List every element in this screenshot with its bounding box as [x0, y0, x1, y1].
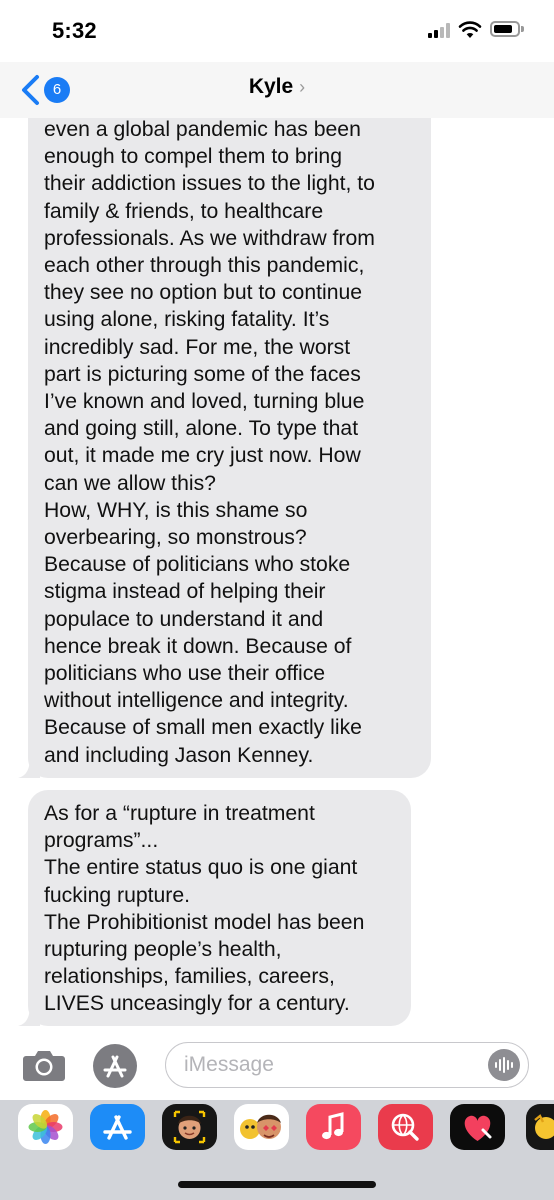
message-line: incredibly sad. For me, the worst — [44, 335, 351, 359]
bubble-tail — [18, 756, 40, 778]
back-button[interactable]: 6 — [20, 72, 74, 108]
images-search-app-icon[interactable] — [378, 1104, 433, 1150]
digital-touch-app-icon[interactable] — [450, 1104, 505, 1150]
message-line: even a global pandemic has been — [44, 118, 361, 141]
message-line: they see no option but to continue — [44, 281, 363, 305]
message-line: The entire status quo is one giant — [44, 856, 358, 880]
unread-count-badge: 6 — [44, 77, 70, 103]
chevron-right-icon: › — [299, 77, 306, 97]
message-line: I’ve known and loved, turning blue — [44, 390, 365, 414]
message-line: each other through this pandemic, — [44, 254, 365, 278]
memoji-app-icon[interactable] — [162, 1104, 217, 1150]
memoji-stickers-app-icon[interactable] — [234, 1104, 289, 1150]
message-input-placeholder: iMessage — [184, 1053, 274, 1076]
message-line: enough to compel them to bring — [44, 145, 342, 169]
message-line: Because of politicians who stoke — [44, 553, 351, 577]
app-store-button[interactable] — [93, 1044, 137, 1088]
message-line: relationships, families, careers, — [44, 965, 335, 989]
battery-tip — [521, 26, 524, 32]
wifi-icon — [458, 21, 482, 38]
music-note-icon — [322, 1112, 344, 1140]
message-line: using alone, risking fatality. It’s — [44, 308, 330, 332]
message-line: rupturing people’s health, — [44, 938, 282, 962]
message-line: professionals. As we withdraw from — [44, 226, 375, 250]
message-input[interactable]: iMessage — [165, 1042, 529, 1088]
status-time: 5:32 — [52, 18, 97, 43]
app-store-icon — [103, 1055, 127, 1078]
message-bubble[interactable]: even a global pandemic has been enough to… — [28, 118, 431, 778]
message-line: stigma instead of helping their — [44, 580, 326, 604]
message-line: Because of small men exactly like — [44, 716, 362, 740]
animoji-hand-icon — [534, 1114, 554, 1139]
globe-search-icon — [391, 1113, 419, 1141]
battery-icon — [490, 21, 520, 37]
home-indicator[interactable] — [178, 1181, 376, 1188]
message-line: populace to understand it and — [44, 607, 324, 631]
bubble-tail — [18, 1004, 40, 1026]
app-store-app-icon[interactable] — [90, 1104, 145, 1150]
message-line: their addiction issues to the light, to — [44, 172, 375, 196]
message-line: As for a “rupture in treatment — [44, 802, 315, 825]
photos-flower-icon — [28, 1110, 63, 1144]
message-line: part is picturing some of the faces — [44, 362, 361, 386]
message-line: LIVES unceasingly for a century. — [44, 992, 350, 1016]
heart-touch-icon — [464, 1115, 492, 1141]
message-line: out, it made me cry just now. How — [44, 444, 361, 468]
message-line: without intelligence and integrity. — [44, 689, 349, 713]
message-line: The Prohibitionist model has been — [44, 910, 365, 934]
camera-icon[interactable] — [22, 1048, 66, 1082]
conversation-header: Kyle › 6 — [0, 62, 554, 118]
memoji-face-icon — [173, 1110, 206, 1144]
message-bubble[interactable]: As for a “rupture in treatment programs”.… — [28, 790, 411, 1026]
cellular-signal-icon — [428, 22, 454, 38]
message-line: programs”... — [44, 829, 159, 853]
message-line: overbearing, so monstrous? — [44, 526, 307, 550]
app-store-logo-icon — [103, 1115, 132, 1140]
status-bar: 5:32 — [0, 0, 554, 62]
message-line: How, WHY, is this shame so — [44, 498, 308, 522]
message-line: hence break it down. Because of — [44, 634, 352, 658]
photos-app-icon[interactable] — [18, 1104, 73, 1150]
message-line: family & friends, to healthcare — [44, 199, 324, 223]
message-line: and going still, alone. To type that — [44, 417, 359, 441]
contact-name-button[interactable]: Kyle › — [0, 75, 554, 99]
compose-bar: iMessage — [0, 1030, 554, 1100]
message-list[interactable]: even a global pandemic has been enough to… — [0, 118, 554, 1030]
memoji-stickers-icon — [240, 1114, 281, 1139]
message-line: fucking rupture. — [44, 883, 191, 907]
contact-name: Kyle — [248, 75, 294, 98]
message-line: can we allow this? — [44, 471, 216, 495]
animoji-app-icon[interactable] — [526, 1104, 554, 1150]
audio-record-button[interactable] — [488, 1049, 520, 1081]
message-line: politicians who use their office — [44, 662, 326, 686]
message-line: and including Jason Kenney. — [44, 743, 314, 767]
music-app-icon[interactable] — [306, 1104, 361, 1150]
chevron-left-icon — [22, 75, 39, 105]
